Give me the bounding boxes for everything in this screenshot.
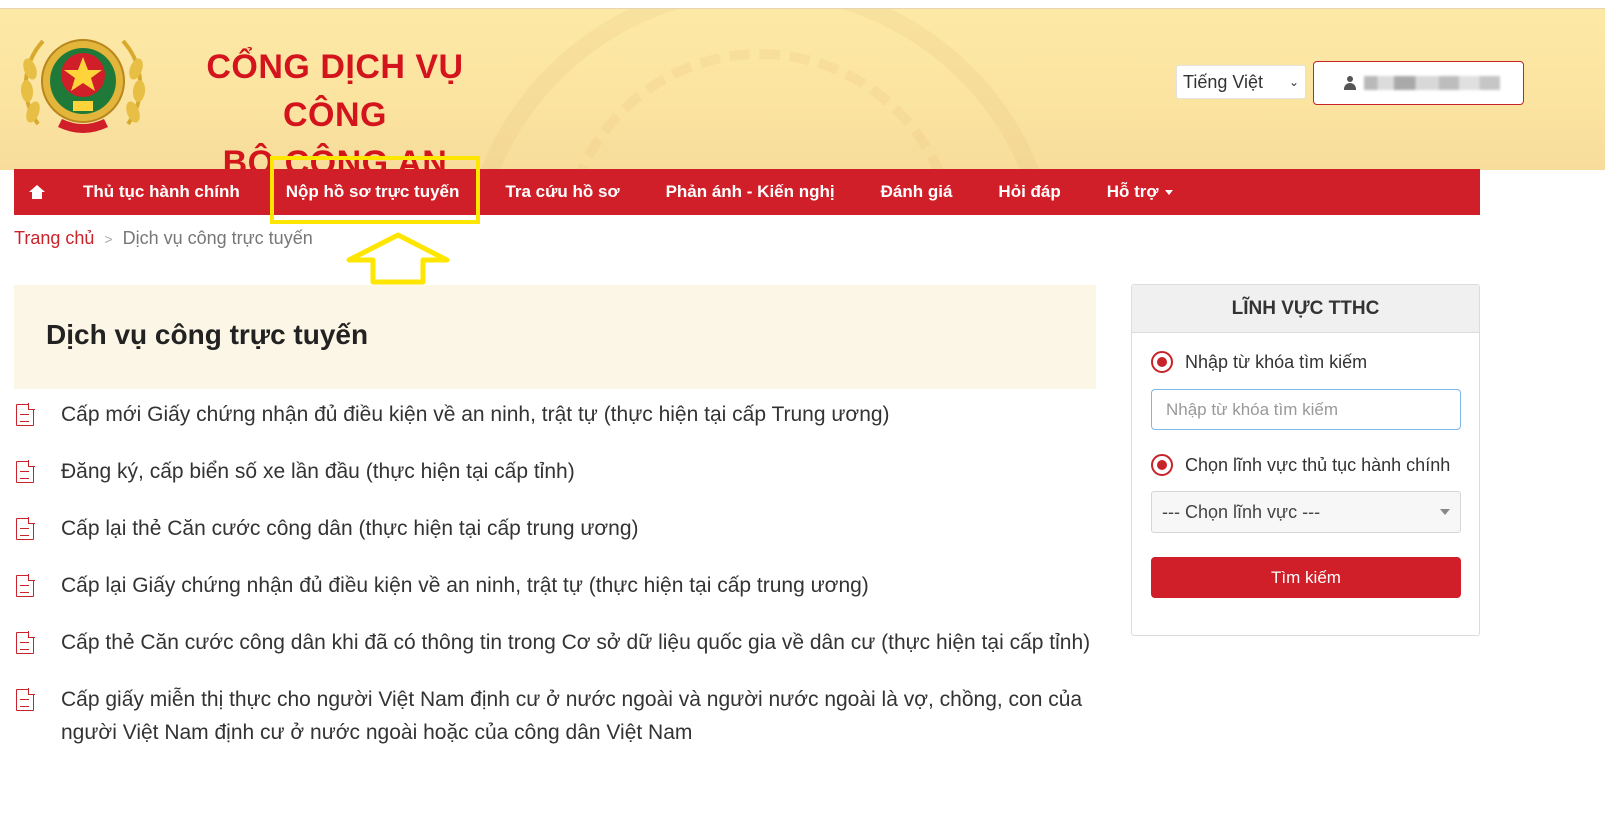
service-item-link[interactable]: Cấp lại thẻ Căn cước công dân (thực hiện…	[61, 517, 639, 540]
nav-danh-gia[interactable]: Đánh giá	[858, 169, 976, 215]
document-icon	[16, 403, 35, 426]
page-title-panel: Dịch vụ công trực tuyến	[14, 285, 1096, 389]
keyword-search-placeholder: Nhập từ khóa tìm kiếm	[1166, 399, 1339, 419]
service-item[interactable]: Cấp mới Giấy chứng nhận đủ điều kiện về …	[14, 398, 1104, 431]
service-item[interactable]: Đăng ký, cấp biển số xe lần đầu (thực hi…	[14, 455, 1104, 488]
service-item-link[interactable]: Đăng ký, cấp biển số xe lần đầu (thực hi…	[61, 460, 575, 483]
service-item[interactable]: Cấp lại Giấy chứng nhận đủ điều kiện về …	[14, 569, 1104, 602]
keyword-option[interactable]: Nhập từ khóa tìm kiếm	[1151, 351, 1367, 373]
nav-thu-tuc-hanh-chinh[interactable]: Thủ tục hành chính	[60, 169, 263, 215]
site-title-line1: CỔNG DỊCH VỤ CÔNG	[206, 48, 464, 134]
page-title: Dịch vụ công trực tuyến	[46, 319, 369, 350]
site-header: CỔNG DỊCH VỤ CÔNG BỘ CÔNG AN Tiếng Việt …	[0, 8, 1605, 170]
service-item-link[interactable]: Cấp mới Giấy chứng nhận đủ điều kiện về …	[61, 403, 890, 426]
field-option-label: Chọn lĩnh vực thủ tục hành chính	[1185, 454, 1451, 475]
breadcrumb-separator: >	[104, 230, 113, 247]
home-icon	[29, 185, 45, 199]
breadcrumb-current: Dịch vụ công trực tuyến	[122, 228, 313, 248]
main-navbar: Thủ tục hành chính Nộp hồ sơ trực tuyến …	[14, 169, 1480, 215]
service-item[interactable]: Cấp lại thẻ Căn cước công dân (thực hiện…	[14, 512, 1104, 545]
document-icon	[16, 631, 35, 654]
chevron-down-icon: ⌄	[1288, 75, 1299, 89]
keyword-radio[interactable]	[1151, 351, 1173, 373]
nav-ho-tro[interactable]: Hỗ trợ	[1084, 169, 1196, 215]
service-item[interactable]: Cấp giấy miễn thị thực cho người Việt Na…	[14, 683, 1104, 749]
site-title[interactable]: CỔNG DỊCH VỤ CÔNG BỘ CÔNG AN	[160, 43, 510, 170]
annotation-arrow-up-icon	[346, 232, 450, 285]
nav-tra-cuu-ho-so[interactable]: Tra cứu hồ sơ	[482, 169, 642, 215]
service-list: Cấp mới Giấy chứng nhận đủ điều kiện về …	[14, 398, 1104, 773]
field-option[interactable]: Chọn lĩnh vực thủ tục hành chính	[1151, 454, 1450, 476]
field-filter-title: LĨNH VỰC TTHC	[1132, 285, 1479, 333]
user-account-button[interactable]	[1313, 61, 1524, 105]
caret-down-icon	[1164, 189, 1173, 195]
language-select[interactable]: Tiếng Việt ⌄	[1176, 65, 1306, 99]
breadcrumb: Trang chủ > Dịch vụ công trực tuyến	[14, 228, 313, 249]
field-select[interactable]: --- Chọn lĩnh vực ---	[1151, 491, 1461, 533]
field-select-value: --- Chọn lĩnh vực ---	[1162, 501, 1321, 522]
dropdown-arrow-icon	[1440, 509, 1450, 515]
user-icon	[1344, 76, 1356, 90]
nav-ho-tro-label: Hỗ trợ	[1106, 182, 1159, 201]
nav-hoi-dap[interactable]: Hỏi đáp	[975, 169, 1083, 215]
document-icon	[16, 688, 35, 711]
service-item[interactable]: Cấp thẻ Căn cước công dân khi đã có thôn…	[14, 626, 1104, 659]
service-item-link[interactable]: Cấp thẻ Căn cước công dân khi đã có thôn…	[61, 631, 1090, 654]
document-icon	[16, 574, 35, 597]
nav-home[interactable]	[14, 169, 60, 215]
nav-phan-anh-kien-nghi[interactable]: Phản ánh - Kiến nghị	[643, 169, 858, 215]
breadcrumb-home-link[interactable]: Trang chủ	[14, 228, 94, 249]
search-button[interactable]: Tìm kiếm	[1151, 557, 1461, 598]
police-emblem-icon[interactable]	[18, 29, 148, 144]
annotation-highlight-box	[270, 156, 480, 224]
field-filter-panel: LĨNH VỰC TTHC Nhập từ khóa tìm kiếm Nhập…	[1131, 284, 1480, 636]
language-select-value: Tiếng Việt	[1183, 71, 1264, 92]
document-icon	[16, 517, 35, 540]
service-item-link[interactable]: Cấp giấy miễn thị thực cho người Việt Na…	[61, 688, 1082, 744]
service-item-link[interactable]: Cấp lại Giấy chứng nhận đủ điều kiện về …	[61, 574, 869, 597]
keyword-search-input[interactable]: Nhập từ khóa tìm kiếm	[1151, 389, 1461, 430]
keyword-option-label: Nhập từ khóa tìm kiếm	[1185, 351, 1368, 372]
field-radio[interactable]	[1151, 454, 1173, 476]
user-name-redacted	[1364, 76, 1500, 90]
document-icon	[16, 460, 35, 483]
